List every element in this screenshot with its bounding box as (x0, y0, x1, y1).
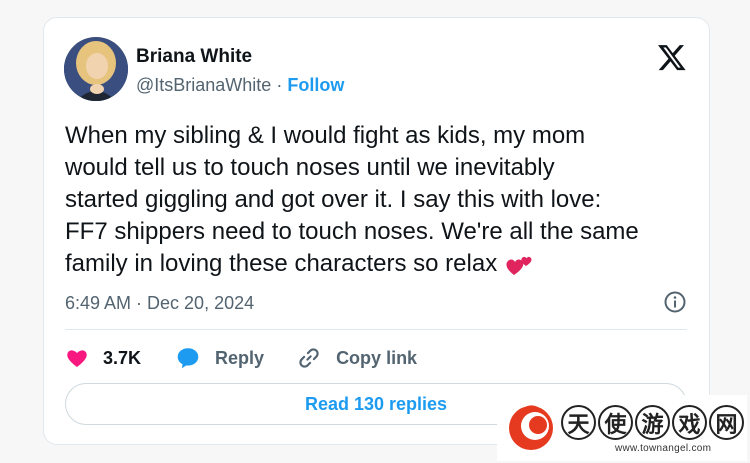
watermark-char: 天 (561, 405, 596, 440)
watermark-url: www.townangel.com (615, 443, 712, 454)
divider (65, 329, 687, 330)
tweet-line: When my sibling & I would fight as kids,… (65, 122, 586, 149)
speech-bubble-icon (177, 348, 199, 369)
watermark-chars: 天 使 游 戏 网 (561, 405, 746, 440)
tweet-line-last: family in loving these characters so rel… (65, 248, 705, 280)
action-row: 3.7K Reply Copy link (65, 343, 417, 373)
link-icon (299, 348, 319, 368)
avatar[interactable] (64, 37, 128, 101)
tweet-text: When my sibling & I would fight as kids,… (65, 120, 705, 280)
info-icon[interactable] (663, 290, 687, 314)
reply-label: Reply (215, 347, 265, 368)
copy-link-label: Copy link (336, 347, 418, 368)
page: Briana White @ItsBrianaWhite · Follow Wh… (0, 0, 750, 463)
watermark-char: 戏 (672, 405, 707, 440)
follow-button[interactable]: Follow (287, 75, 344, 95)
user-handle[interactable]: @ItsBrianaWhite (136, 75, 271, 95)
watermark: 天 使 游 戏 网 www.townangel.com (497, 395, 747, 461)
display-name[interactable]: Briana White (136, 46, 252, 68)
heart-icon (67, 350, 87, 367)
handle-row: @ItsBrianaWhite · Follow (136, 75, 344, 96)
reply-button[interactable]: Reply (175, 345, 264, 371)
watermark-char: 使 (598, 405, 633, 440)
two-hearts-emoji-icon (506, 256, 532, 275)
watermark-char: 网 (709, 405, 744, 440)
like-count: 3.7K (103, 347, 142, 368)
tweet-line: FF7 shippers need to touch noses. We're … (65, 218, 639, 245)
watermark-char: 游 (635, 405, 670, 440)
x-logo-icon[interactable] (657, 42, 687, 72)
tweet-card: Briana White @ItsBrianaWhite · Follow Wh… (43, 17, 710, 445)
timestamp[interactable]: 6:49 AM · Dec 20, 2024 (65, 293, 254, 314)
tweet-line: would tell us to touch noses until we in… (65, 154, 555, 181)
tweet-line: family in loving these characters so rel… (65, 250, 498, 277)
tweet-line: started giggling and got over it. I say … (65, 186, 602, 213)
avatar-image (64, 37, 128, 101)
handle-separator: · (271, 75, 288, 95)
copy-link-button[interactable]: Copy link (296, 345, 417, 371)
like-button[interactable]: 3.7K (65, 346, 141, 370)
watermark-logo-icon (509, 405, 553, 450)
